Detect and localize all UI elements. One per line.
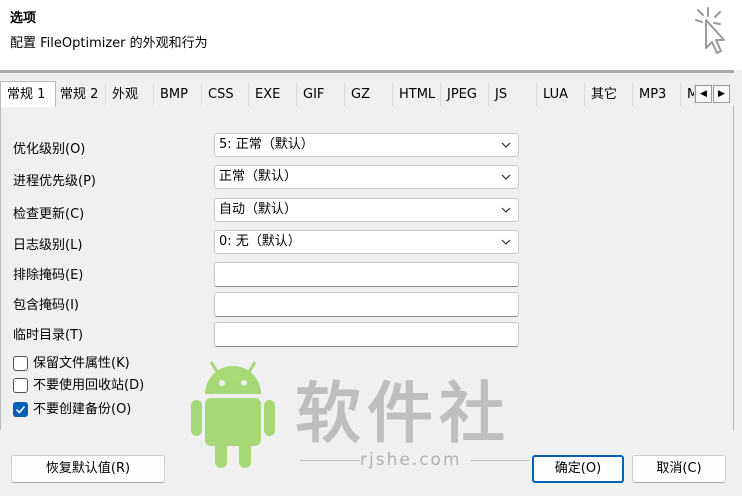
log-level-select[interactable]: 0: 无（默认）: [214, 230, 519, 254]
dialog-header: 选项 配置 FileOptimizer 的外观和行为: [0, 0, 742, 70]
no-recycle-checkbox[interactable]: [13, 378, 28, 393]
tab-gz[interactable]: GZ: [345, 83, 393, 106]
update-label: 检查更新(C): [13, 207, 85, 222]
watermark-rule-right: [470, 460, 530, 461]
tab-appearance[interactable]: 外观: [106, 83, 154, 106]
keep-attrs-checkbox[interactable]: [13, 356, 28, 371]
opt-level-label: 优化级别(O): [13, 142, 86, 157]
ok-button[interactable]: 确定(O): [532, 455, 624, 483]
dialog-subtitle: 配置 FileOptimizer 的外观和行为: [10, 36, 208, 51]
tab-scroll-left-button[interactable]: ◀: [695, 85, 712, 103]
tab-m[interactable]: M: [681, 83, 695, 106]
tab-jpeg[interactable]: JPEG: [441, 83, 489, 106]
tab-scroll-right-button[interactable]: ▶: [713, 85, 730, 103]
tab-js[interactable]: JS: [489, 83, 537, 106]
cancel-button[interactable]: 取消(C): [632, 455, 726, 483]
header-divider: [0, 70, 734, 73]
tab-lua[interactable]: LUA: [537, 83, 585, 106]
restore-defaults-button[interactable]: 恢复默认值(R): [11, 455, 165, 483]
log-level-value: 0: 无（默认）: [219, 234, 301, 249]
watermark-rule-left: [300, 460, 360, 461]
no-backup-checkbox[interactable]: [13, 402, 28, 417]
priority-label: 进程优先级(P): [13, 174, 96, 189]
tab-mp3[interactable]: MP3: [633, 83, 681, 106]
temp-dir-input[interactable]: [214, 322, 519, 347]
exclude-mask-input[interactable]: [214, 262, 519, 287]
opt-level-select[interactable]: 5: 正常（默认）: [214, 133, 519, 157]
no-backup-label: 不要创建备份(O): [33, 402, 132, 417]
chevron-down-icon: [501, 174, 511, 180]
dialog-title: 选项: [10, 11, 37, 26]
include-mask-label: 包含掩码(I): [13, 298, 79, 313]
chevron-down-icon: [501, 239, 511, 245]
tab-exe[interactable]: EXE: [249, 83, 297, 106]
update-value: 自动（默认）: [219, 202, 298, 217]
tab-css[interactable]: CSS: [202, 83, 249, 106]
exclude-mask-label: 排除掩码(E): [13, 268, 84, 283]
opt-level-value: 5: 正常（默认）: [219, 137, 314, 152]
tab-strip: 常规 1 常规 2 外观 BMP CSS EXE GIF GZ HTML JPE…: [0, 81, 734, 107]
no-recycle-label: 不要使用回收站(D): [33, 378, 145, 393]
tab-gif[interactable]: GIF: [297, 83, 345, 106]
tab-general-1[interactable]: 常规 1: [0, 81, 56, 107]
tab-other[interactable]: 其它: [585, 83, 633, 106]
keep-attrs-label: 保留文件属性(K): [33, 356, 130, 371]
temp-dir-label: 临时目录(T): [13, 328, 84, 343]
chevron-down-icon: [501, 207, 511, 213]
include-mask-input[interactable]: [214, 292, 519, 317]
checkmark-icon: [15, 405, 26, 414]
sparkle-cursor-icon: [695, 7, 725, 54]
tab-general-2[interactable]: 常规 2: [54, 83, 106, 106]
update-select[interactable]: 自动（默认）: [214, 198, 519, 222]
log-level-label: 日志级别(L): [13, 238, 83, 253]
priority-value: 正常（默认）: [219, 169, 298, 184]
priority-select[interactable]: 正常（默认）: [214, 165, 519, 189]
watermark-url: rjshe.com: [360, 450, 462, 470]
tab-bmp[interactable]: BMP: [154, 83, 202, 106]
tab-html[interactable]: HTML: [393, 83, 441, 106]
chevron-down-icon: [501, 142, 511, 148]
